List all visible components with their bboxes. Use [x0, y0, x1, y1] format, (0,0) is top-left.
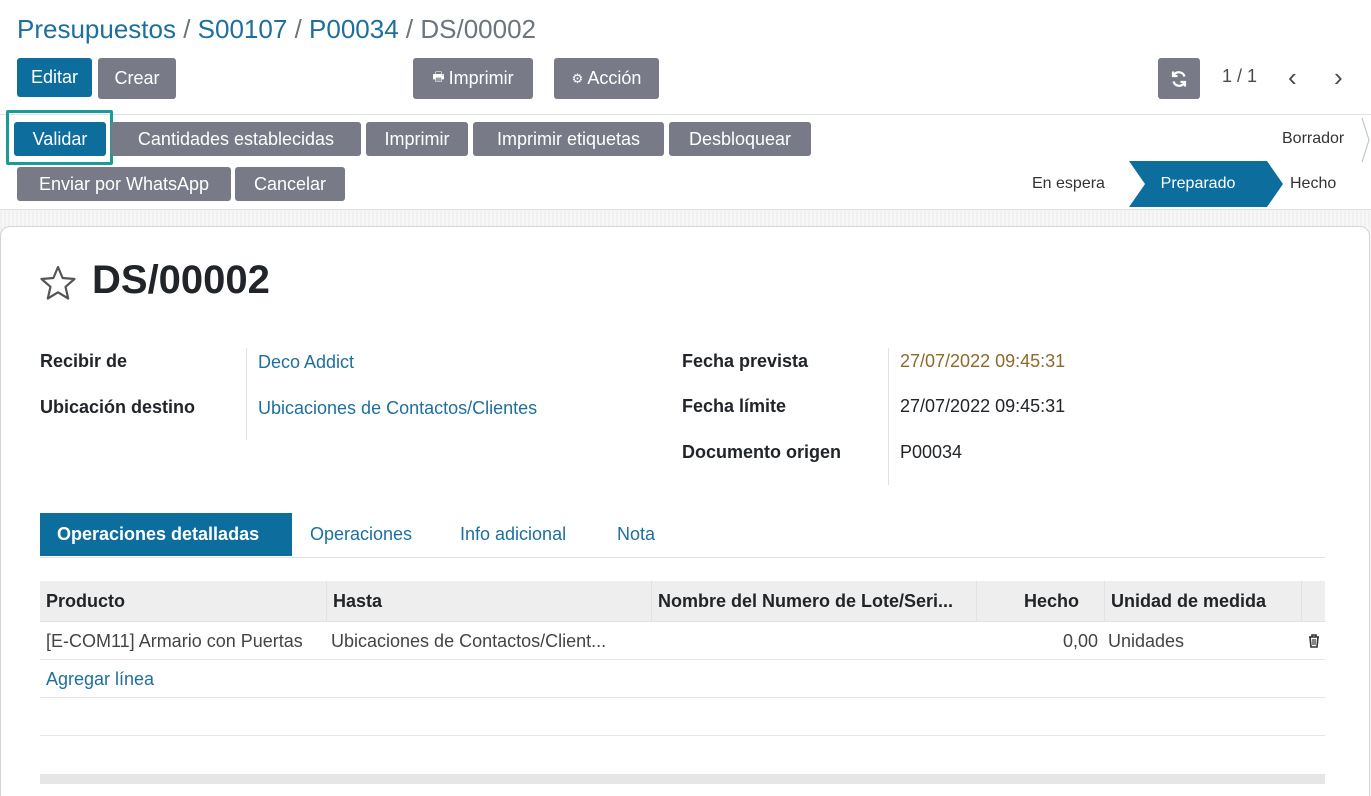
set-quantities-button[interactable]: Cantidades establecidas — [111, 122, 361, 156]
breadcrumb-purchase-order[interactable]: P00034 — [309, 14, 399, 44]
star-icon[interactable] — [39, 264, 77, 302]
action-dropdown-button[interactable]: ⚙ Acción — [554, 58, 659, 99]
column-header-product[interactable]: Producto — [40, 581, 327, 622]
pager-value[interactable]: 1 / 1 — [1222, 66, 1257, 87]
tab-note[interactable]: Nota — [617, 513, 655, 556]
field-divider — [246, 348, 247, 440]
control-panel: Presupuestos / S00107 / P00034 / DS/0000… — [0, 0, 1371, 114]
gear-icon: ⚙ — [571, 70, 584, 86]
stage-separator-icon — [1361, 117, 1370, 163]
deadline-label: Fecha límite — [682, 396, 787, 416]
breadcrumb-presupuestos[interactable]: Presupuestos — [17, 14, 176, 44]
field-divider — [888, 348, 889, 485]
refresh-button[interactable] — [1158, 58, 1200, 99]
empty-row — [40, 698, 1325, 736]
horizontal-scrollbar[interactable] — [40, 774, 1325, 784]
tab-additional-info[interactable]: Info adicional — [460, 513, 566, 556]
action-dropdown-label: Acción — [587, 68, 642, 88]
column-header-done[interactable]: Hecho — [977, 581, 1105, 622]
tab-detailed-operations[interactable]: Operaciones detalladas — [40, 513, 292, 556]
stage-draft[interactable]: Borrador — [1282, 130, 1344, 148]
stage-done[interactable]: Hecho — [1290, 175, 1336, 193]
breadcrumb-separator: / — [294, 14, 310, 44]
deadline-value: 27/07/2022 09:45:31 — [900, 396, 1066, 416]
print-button[interactable]: Imprimir — [366, 122, 468, 156]
breadcrumb-separator: / — [183, 14, 198, 44]
edit-button[interactable]: Editar — [17, 58, 92, 97]
add-line-link[interactable]: Agregar línea — [46, 660, 154, 698]
cell-lot[interactable] — [652, 622, 977, 660]
pager-next-icon[interactable]: › — [1334, 62, 1343, 92]
validate-button[interactable]: Validar — [14, 122, 106, 156]
stage-ready[interactable]: Preparado — [1129, 161, 1283, 207]
print-dropdown-button[interactable]: 🖶 Imprimir — [413, 58, 533, 99]
cancel-button[interactable]: Cancelar — [235, 167, 345, 201]
source-document-value: P00034 — [900, 442, 963, 462]
stage-waiting[interactable]: En espera — [1032, 175, 1105, 193]
create-button-label: Crear — [114, 68, 160, 88]
source-document-label: Documento origen — [682, 442, 842, 462]
destination-location-value[interactable]: Ubicaciones de Contactos/Clientes — [258, 398, 537, 419]
printer-icon: 🖶 — [432, 68, 445, 84]
cell-done[interactable]: 0,00 — [977, 622, 1098, 660]
table-header: Producto Hasta Nombre del Numero de Lote… — [40, 581, 1325, 622]
trash-icon[interactable] — [1306, 633, 1322, 649]
create-button[interactable]: Crear — [98, 58, 176, 99]
record-title: DS/00002 — [92, 258, 270, 302]
unlock-button[interactable]: Desbloquear — [669, 122, 811, 156]
breadcrumb-separator: / — [405, 14, 421, 44]
column-header-uom[interactable]: Unidad de medida — [1105, 581, 1302, 622]
cell-product[interactable]: [E-COM11] Armario con Puertas — [40, 622, 327, 660]
tab-operations[interactable]: Operaciones — [310, 513, 412, 556]
breadcrumb-sale-order[interactable]: S00107 — [198, 14, 288, 44]
refresh-icon — [1171, 70, 1187, 87]
statusbar: Validar Cantidades establecidas Imprimir… — [0, 110, 1371, 210]
partner-value[interactable]: Deco Addict — [258, 352, 354, 373]
column-header-to[interactable]: Hasta — [327, 581, 652, 622]
cell-uom[interactable]: Unidades — [1102, 622, 1299, 660]
column-header-lot[interactable]: Nombre del Numero de Lote/Seri... — [652, 581, 977, 622]
pager-previous-icon[interactable]: ‹ — [1288, 62, 1297, 92]
tabs-underline — [40, 557, 1325, 558]
send-whatsapp-button[interactable]: Enviar por WhatsApp — [17, 167, 231, 201]
partner-label: Recibir de — [40, 351, 128, 371]
cell-to[interactable]: Ubicaciones de Contactos/Client... — [325, 622, 650, 660]
edit-button-label: Editar — [30, 67, 79, 87]
print-dropdown-label: Imprimir — [448, 68, 514, 88]
stage-ready-label: Preparado — [1160, 175, 1236, 192]
table-row[interactable]: [E-COM11] Armario con Puertas Ubicacione… — [40, 622, 1325, 660]
breadcrumb: Presupuestos / S00107 / P00034 / DS/0000… — [17, 12, 536, 46]
scheduled-date-label: Fecha prevista — [682, 351, 809, 371]
destination-location-label: Ubicación destino — [40, 397, 196, 417]
scheduled-date-value: 27/07/2022 09:45:31 — [900, 351, 1066, 371]
add-line-row: Agregar línea — [40, 660, 1325, 698]
breadcrumb-current: DS/00002 — [420, 14, 537, 44]
print-labels-button[interactable]: Imprimir etiquetas — [473, 122, 664, 156]
